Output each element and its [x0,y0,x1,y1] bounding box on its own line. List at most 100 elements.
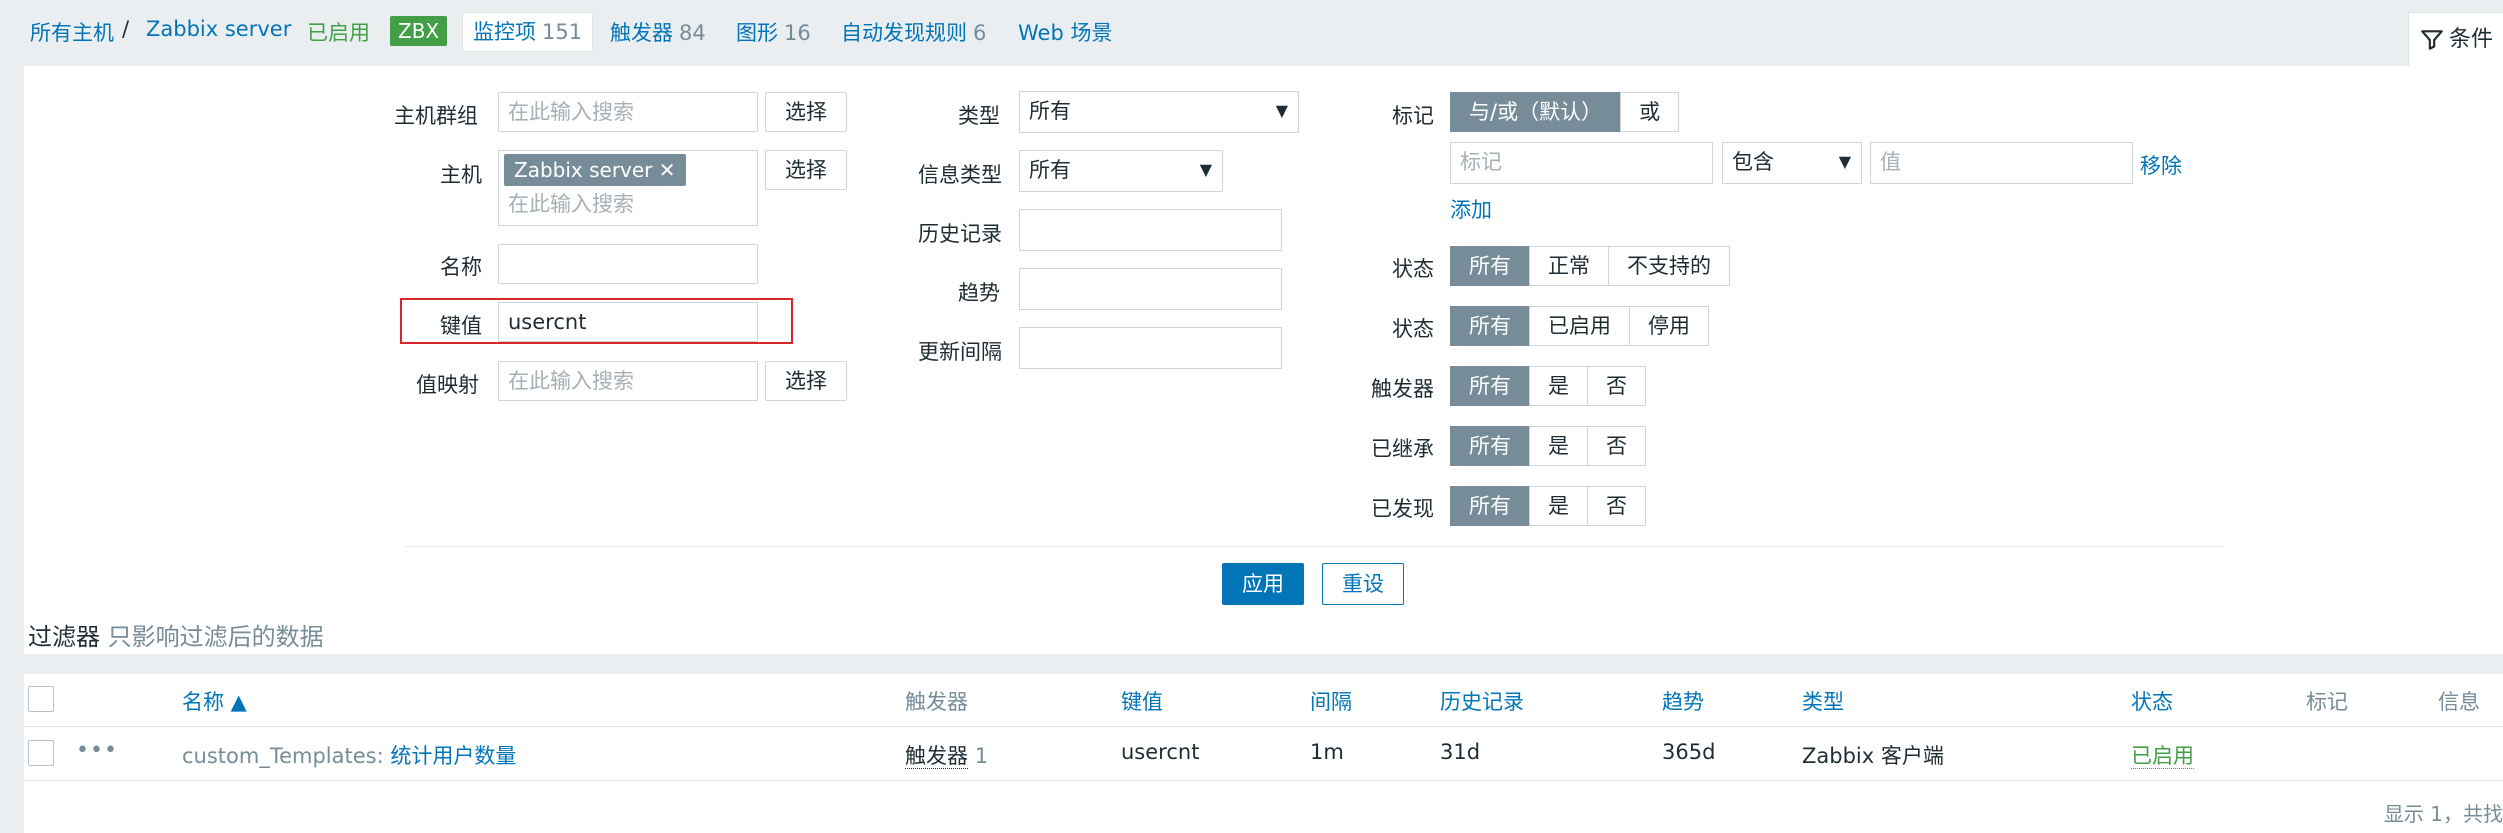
filter-panel: 主机群组 在此输入搜索 选择 主机 在此输入搜索 Zabbix server ✕… [24,66,2503,654]
tag-add-link[interactable]: 添加 [1450,194,1492,224]
column-header-history[interactable]: 历史记录 [1440,686,1524,716]
history-input[interactable] [1019,209,1282,251]
column-header-type[interactable]: 类型 [1802,686,1844,716]
item-history-cell: 31d [1440,740,1481,764]
update-interval-input[interactable] [1019,327,1282,369]
row-checkbox[interactable] [28,740,54,766]
filter-tab-label: 条件 [2449,27,2494,52]
status-option-enabled[interactable]: 已启用 [1529,306,1630,346]
filter-toggle-tab[interactable]: 条件 [2408,12,2503,66]
tab-items[interactable]: 监控项 151 [462,12,594,52]
tag-operator-select[interactable]: 包含 ▼ [1722,142,1862,184]
apply-button[interactable]: 应用 [1222,563,1304,605]
reset-button[interactable]: 重设 [1322,563,1404,605]
type-select-value: 所有 [1029,99,1071,123]
inherited-label: 已继承 [1371,437,1434,461]
discovered-option-all[interactable]: 所有 [1450,486,1530,526]
column-header-status[interactable]: 状态 [2131,686,2173,716]
tags-operator-segment: 与/或（默认） 或 [1450,92,1680,132]
host-navigation: 所有主机 / Zabbix server 已启用 ZBX 监控项 151 触发器 8… [0,0,2503,66]
tab-web-scenarios[interactable]: Web 场景 [1018,17,1112,47]
tab-items-count: 151 [542,20,583,44]
close-icon[interactable]: ✕ [659,158,676,182]
item-status-link[interactable]: 已启用 [2131,744,2194,769]
name-input[interactable] [498,244,758,284]
select-all-checkbox[interactable] [28,686,54,712]
item-triggers-count: 1 [974,744,989,768]
more-actions-icon[interactable]: ••• [76,738,118,763]
triggers-option-no[interactable]: 否 [1587,366,1646,406]
item-name-cell: custom_Templates: 统计用户数量 [182,744,517,768]
breadcrumb-host[interactable]: Zabbix server [146,17,291,41]
column-header-key[interactable]: 键值 [1121,686,1163,716]
status-option-all[interactable]: 所有 [1450,306,1530,346]
tab-graphs[interactable]: 图形 16 [736,17,811,47]
table-row-divider [24,780,2503,781]
item-name-link[interactable]: 统计用户数量 [390,744,516,768]
host-placeholder: 在此输入搜索 [508,192,634,216]
column-header-interval[interactable]: 间隔 [1310,686,1352,716]
tag-operator-value: 包含 [1732,150,1774,174]
triggers-option-all[interactable]: 所有 [1450,366,1530,406]
zbx-availability-badge: ZBX [390,16,448,46]
discovered-option-yes[interactable]: 是 [1529,486,1588,526]
trends-label: 趋势 [958,281,1000,305]
host-groups-label: 主机群组 [394,104,478,128]
item-status-cell[interactable]: 已启用 [2131,740,2194,770]
tab-triggers-label: 触发器 [610,21,673,45]
column-header-trends[interactable]: 趋势 [1662,686,1704,716]
item-key-cell: usercnt [1121,740,1200,764]
column-header-tags: 标记 [2306,690,2348,714]
history-label: 历史记录 [918,222,1002,246]
column-header-name[interactable]: 名称 ▲ [182,686,247,716]
tags-andor-option[interactable]: 与/或（默认） [1450,92,1622,132]
tags-or-option[interactable]: 或 [1620,92,1680,132]
filter-info-subtitle: 只影响过滤后的数据 [107,623,324,651]
key-input[interactable]: usercnt [498,302,758,342]
host-select-button[interactable]: 选择 [765,150,847,190]
tab-discovery-rules[interactable]: 自动发现规则 6 [841,17,986,47]
tab-graphs-label: 图形 [736,21,778,45]
item-trends-cell: 365d [1662,740,1716,764]
triggers-option-yes[interactable]: 是 [1529,366,1588,406]
state-option-all[interactable]: 所有 [1450,246,1530,286]
column-header-info: 信息 [2438,690,2480,714]
discovered-label: 已发现 [1371,497,1434,521]
inherited-option-all[interactable]: 所有 [1450,426,1530,466]
table-header-divider [24,726,2503,727]
tag-remove-link[interactable]: 移除 [2140,150,2182,180]
breadcrumb-all-hosts[interactable]: 所有主机 [30,17,114,47]
item-type-cell: Zabbix 客户端 [1802,744,1944,768]
tag-name-input[interactable]: 标记 [1450,142,1713,184]
item-triggers-cell[interactable]: 触发器 1 [905,740,988,770]
tab-discovery-label: 自动发现规则 [841,21,967,45]
discovered-option-no[interactable]: 否 [1587,486,1646,526]
update-interval-label: 更新间隔 [918,340,1002,364]
item-template-link[interactable]: custom_Templates [182,744,377,768]
tab-triggers-count: 84 [679,21,706,45]
type-select[interactable]: 所有 ▼ [1019,91,1299,133]
status-label: 状态 [1392,317,1434,341]
state-label: 状态 [1392,257,1434,281]
state-option-unsupported[interactable]: 不支持的 [1608,246,1730,286]
value-mapping-input[interactable]: 在此输入搜索 [498,361,758,401]
host-groups-select-button[interactable]: 选择 [765,92,847,132]
value-mapping-select-button[interactable]: 选择 [765,361,847,401]
value-mapping-placeholder: 在此输入搜索 [508,369,634,393]
host-label: 主机 [440,163,482,187]
host-groups-input[interactable]: 在此输入搜索 [498,92,758,132]
host-groups-placeholder: 在此输入搜索 [508,100,634,124]
tag-value-input[interactable]: 值 [1870,142,2133,184]
chevron-down-icon: ▼ [1199,160,1212,179]
info-type-select[interactable]: 所有 ▼ [1019,150,1223,192]
inherited-option-no[interactable]: 否 [1587,426,1646,466]
status-option-disabled[interactable]: 停用 [1629,306,1709,346]
tab-triggers[interactable]: 触发器 84 [610,17,706,47]
state-option-normal[interactable]: 正常 [1529,246,1609,286]
item-triggers-link[interactable]: 触发器 [905,744,968,769]
inherited-option-yes[interactable]: 是 [1529,426,1588,466]
trends-input[interactable] [1019,268,1282,310]
host-status-enabled[interactable]: 已启用 [307,17,370,47]
tab-items-label: 监控项 [473,20,536,44]
tab-discovery-count: 6 [973,21,987,45]
